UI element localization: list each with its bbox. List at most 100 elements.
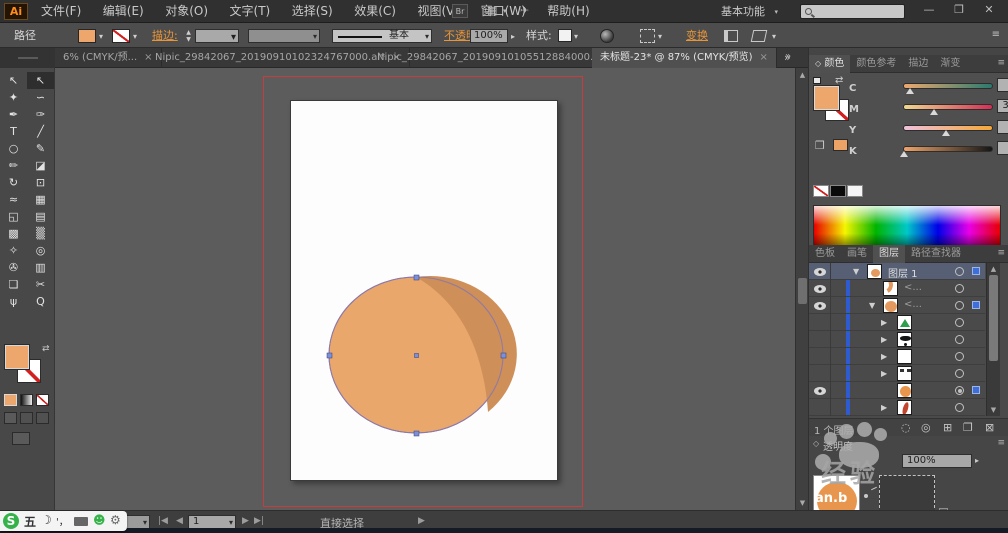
none-color-swatch[interactable] xyxy=(813,185,829,197)
anchor-bottom[interactable] xyxy=(413,430,420,437)
eye-cell[interactable] xyxy=(809,280,831,297)
zoom-level-select[interactable]: ▾ xyxy=(126,515,150,529)
target-ring[interactable] xyxy=(955,369,964,378)
tab-pathfinder[interactable]: 路径查找器 xyxy=(905,245,967,263)
layer-row-8[interactable] xyxy=(809,382,985,399)
lasso-tool[interactable]: ∽ xyxy=(27,89,54,106)
vscroll-thumb[interactable] xyxy=(798,278,807,304)
stroke-weight-stepper[interactable]: ▲ ▼ xyxy=(184,29,193,43)
visibility-eye-icon[interactable] xyxy=(814,302,826,310)
selection-proxy[interactable] xyxy=(972,267,980,275)
layer-row-2[interactable]: <... xyxy=(809,280,985,297)
k-value[interactable]: 0.78 xyxy=(997,141,1008,155)
opacity-input[interactable]: 100% xyxy=(470,29,508,43)
layer-row-3[interactable]: ▼ <... xyxy=(809,297,985,314)
shape-builder-tool[interactable]: ◱ xyxy=(0,208,27,225)
layer-thumbnail[interactable] xyxy=(897,400,912,415)
next-artboard-icon[interactable]: ▶ xyxy=(242,516,249,526)
none-mode-button[interactable] xyxy=(36,394,49,406)
workspace-switcher[interactable]: 基本功能 xyxy=(721,0,765,23)
visibility-eye-icon[interactable] xyxy=(814,387,826,395)
close-button[interactable]: ✕ xyxy=(976,0,1002,20)
target-ring[interactable] xyxy=(955,403,964,412)
m-slider-thumb[interactable] xyxy=(930,109,938,115)
clipping-mask-icon[interactable]: ◎ xyxy=(921,421,931,434)
prev-artboard-icon[interactable]: ◀ xyxy=(176,516,183,526)
style-arrow-icon[interactable]: ▾ xyxy=(574,32,578,41)
stroke-arrow-icon[interactable]: ▾ xyxy=(133,32,137,41)
brush-definition-select[interactable]: 基本 ▾ xyxy=(332,29,432,43)
first-artboard-icon[interactable]: |◀ xyxy=(158,516,168,526)
free-transform-tool[interactable]: ▦ xyxy=(27,191,54,208)
tab-swatches[interactable]: 色板 xyxy=(809,245,841,263)
menu-help[interactable]: 帮助(H) xyxy=(538,0,598,23)
layer-row-6[interactable]: ▶ xyxy=(809,348,985,365)
y-value[interactable]: 46.7 xyxy=(997,120,1008,134)
transparency-opacity-arrow-icon[interactable]: ▸ xyxy=(975,456,979,465)
white-swatch[interactable] xyxy=(847,185,863,197)
eraser-tool[interactable]: ◪ xyxy=(27,157,54,174)
transparency-panel-menu-icon[interactable]: ≡ xyxy=(997,438,1005,448)
layer-name[interactable]: <... xyxy=(904,299,922,310)
delete-layer-icon[interactable]: ⊠ xyxy=(985,421,994,434)
new-layer-icon[interactable]: ❐ xyxy=(963,421,973,434)
layer-row-1[interactable]: ▼ 图层 1 xyxy=(809,263,985,280)
eye-cell[interactable] xyxy=(809,297,831,314)
layer-thumbnail[interactable] xyxy=(883,281,898,296)
expand-open-icon[interactable]: ▼ xyxy=(853,267,859,276)
c-value[interactable]: 6.78 xyxy=(997,78,1008,92)
minimize-button[interactable]: — xyxy=(916,0,942,20)
width-profile-select[interactable]: ▾ xyxy=(248,29,320,43)
scale-tool[interactable]: ⊡ xyxy=(27,174,54,191)
eye-cell[interactable] xyxy=(809,314,831,331)
layer-row-9[interactable]: ▶ xyxy=(809,399,985,416)
pen-tool[interactable]: ✒ xyxy=(0,106,27,123)
layer-name[interactable]: 图层 1 xyxy=(888,265,918,280)
style-swatch[interactable] xyxy=(558,29,572,42)
mesh-tool[interactable]: ▩ xyxy=(0,225,27,242)
layer-thumbnail[interactable] xyxy=(883,298,898,313)
target-ring[interactable] xyxy=(955,335,964,344)
fill-proxy-swatch[interactable] xyxy=(4,344,30,370)
color-panel-menu-icon[interactable]: ≡ xyxy=(997,58,1005,68)
expand-closed-icon[interactable]: ▶ xyxy=(881,352,887,361)
eye-cell[interactable] xyxy=(809,399,831,416)
target-ring[interactable] xyxy=(955,352,964,361)
expand-closed-icon[interactable]: ▶ xyxy=(881,403,887,412)
hand-tool[interactable]: ψ xyxy=(0,293,27,310)
bridge-icon[interactable]: Br xyxy=(452,4,468,18)
screen-mode-button[interactable] xyxy=(12,432,30,445)
locate-object-icon[interactable]: ◌ xyxy=(901,421,911,434)
swap-fill-stroke-icon[interactable]: ⇄ xyxy=(42,344,50,354)
menu-file[interactable]: 文件(F) xyxy=(32,0,90,23)
doc-tab-4-active[interactable]: 未标题-23* @ 87% (CMYK/预览) × xyxy=(592,48,777,68)
select-similar-arrow-icon[interactable]: ▾ xyxy=(658,32,662,41)
target-ring[interactable] xyxy=(955,318,964,327)
width-tool[interactable]: ≈ xyxy=(0,191,27,208)
selection-proxy[interactable] xyxy=(972,301,980,309)
rotate-tool[interactable]: ↻ xyxy=(0,174,27,191)
fill-swatch-proxy[interactable] xyxy=(813,85,840,111)
menu-edit[interactable]: 编辑(E) xyxy=(94,0,153,23)
layer-thumbnail[interactable] xyxy=(897,332,912,347)
tab-stroke[interactable]: 描边 xyxy=(902,55,934,73)
control-panel-menu-icon[interactable]: ≡ xyxy=(992,29,1000,40)
shear-icon[interactable] xyxy=(750,30,768,42)
layer-thumbnail[interactable] xyxy=(897,315,912,330)
line-tool[interactable]: ╱ xyxy=(27,123,54,140)
gradient-mode-button[interactable] xyxy=(20,394,33,406)
expand-open-icon[interactable]: ▼ xyxy=(869,301,875,310)
layer-thumbnail[interactable] xyxy=(897,349,912,364)
layers-scroll-down-icon[interactable]: ▼ xyxy=(987,405,1000,415)
direct-selection-tool[interactable]: ↖ xyxy=(27,72,54,89)
doc-tab-4-close-icon[interactable]: × xyxy=(760,52,768,63)
paintbrush-tool[interactable]: ✎ xyxy=(27,140,54,157)
ellipse-tool[interactable]: ○ xyxy=(0,140,27,157)
align-icon[interactable] xyxy=(724,30,738,42)
eyedropper-tool[interactable]: ✧ xyxy=(0,242,27,259)
draw-normal-button[interactable] xyxy=(4,412,17,424)
k-slider-thumb[interactable] xyxy=(900,151,908,157)
transform-arrow-icon[interactable]: ▾ xyxy=(772,32,776,41)
column-graph-tool[interactable]: ▥ xyxy=(27,259,54,276)
anchor-top[interactable] xyxy=(413,274,420,281)
